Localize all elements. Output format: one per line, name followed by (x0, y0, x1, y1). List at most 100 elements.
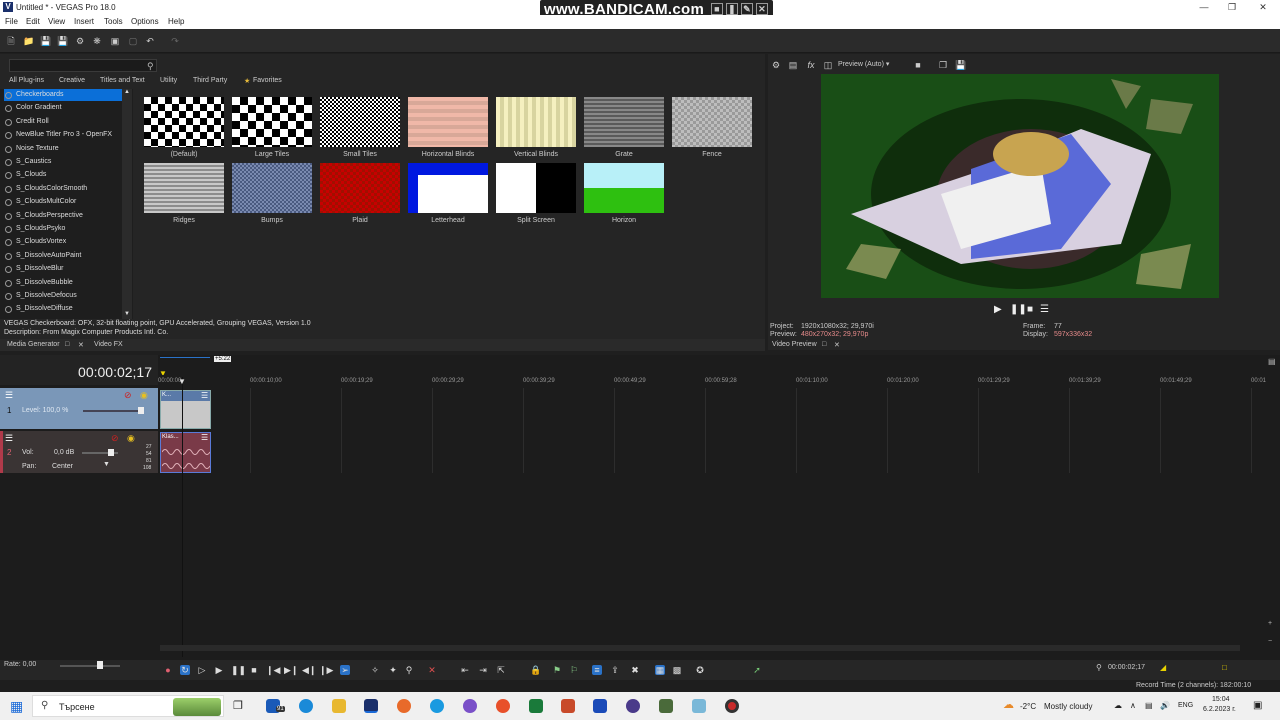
preview-play-button[interactable]: ▶ (994, 304, 1002, 315)
pan-slider-handle[interactable]: ▼ (103, 461, 110, 468)
playhead-handle-icon[interactable]: ▼ (178, 377, 186, 386)
tray-volume-icon[interactable]: 🔊 (1160, 701, 1170, 710)
zoom-tool-icon[interactable]: ⚲ (404, 665, 414, 675)
plugin-list-item[interactable]: S_DissolveDefocus (16, 292, 77, 299)
plugin-list-scrollbar[interactable]: ▲ ▼ (122, 89, 132, 319)
selection-tool-icon[interactable]: ✦ (388, 665, 398, 675)
snapshot-icon[interactable]: ❋ (92, 36, 102, 46)
chrome-icon[interactable] (496, 699, 510, 713)
tray-onedrive-icon[interactable]: ☁ (1114, 701, 1122, 710)
new-icon[interactable]: 🗎 (6, 36, 16, 46)
plugin-search-input[interactable]: ⚲ (9, 59, 157, 72)
clip-menu-icon[interactable]: ☰ (201, 433, 208, 442)
ripple-mode-icon[interactable]: ⇪ (610, 665, 620, 675)
video-track-header[interactable]: ☰ 1 Level: 100,0 % ⊘ ◉ (0, 388, 158, 429)
zoom-out-icon[interactable]: − (1268, 638, 1272, 645)
close-tab-icon[interactable]: ✕ (834, 341, 840, 349)
open-icon[interactable]: 📁 (23, 36, 34, 46)
crossfade-icon[interactable]: ✖ (630, 665, 640, 675)
edge-icon[interactable] (299, 699, 313, 713)
preset-fence[interactable] (672, 97, 752, 147)
tab-titles-and-text[interactable]: Titles and Text (100, 77, 145, 84)
plugin-list-item[interactable]: NewBlue Titler Pro 3 - OpenFX (16, 131, 112, 138)
skype-icon[interactable] (430, 699, 444, 713)
bandicam-taskbar-icon[interactable] (725, 699, 739, 713)
pause-icon[interactable]: ❚❚ (231, 665, 246, 675)
go-to-end-icon[interactable]: ▶❙ (284, 665, 298, 675)
audio-clip[interactable]: Klas... ☰ (160, 432, 211, 473)
menu-file[interactable]: File (5, 17, 18, 26)
undock-icon[interactable]: □ (65, 341, 69, 348)
clip-menu-icon[interactable]: ☰ (201, 391, 208, 400)
preset-ridges[interactable] (144, 163, 224, 213)
snapping-icon[interactable]: ▦ (655, 665, 665, 675)
plugin-list-item[interactable]: S_DissolveDiffuse (16, 305, 73, 312)
plugin-list-item[interactable]: Credit Roll (16, 118, 49, 125)
grid-icon[interactable]: ▩ (672, 665, 682, 675)
menu-help[interactable]: Help (168, 17, 184, 26)
cut-icon[interactable]: ▢ (128, 36, 138, 46)
preview-quality-dropdown[interactable]: Preview (Auto) ▾ (838, 60, 889, 68)
menu-tools[interactable]: Tools (104, 17, 123, 26)
plugin-list-item[interactable]: S_DissolveBlur (16, 265, 63, 272)
play-from-start-icon[interactable]: ▷ (197, 665, 207, 675)
mute-icon[interactable]: ⊘ (111, 433, 119, 444)
trim-start-icon[interactable]: ⇤ (460, 665, 470, 675)
solo-icon[interactable]: ◉ (127, 433, 135, 444)
overlay-icon[interactable]: ■ (913, 60, 923, 70)
split-icon[interactable]: ⇱ (496, 665, 506, 675)
timeline-tracks-area[interactable] (158, 388, 1268, 658)
event-fx-icon[interactable]: ✪ (695, 665, 705, 675)
preset-horizon[interactable] (584, 163, 664, 213)
tab-utility[interactable]: Utility (160, 77, 177, 84)
menu-options[interactable]: Options (131, 17, 159, 26)
region-add-icon[interactable]: ⚐ (569, 665, 579, 675)
maximize-button[interactable]: ❐ (1215, 0, 1249, 15)
powerpoint-icon[interactable] (561, 699, 575, 713)
language-indicator[interactable]: ENG (1178, 702, 1193, 709)
excel-icon[interactable] (529, 699, 543, 713)
headphones-app-icon[interactable] (626, 699, 640, 713)
tab-favorites[interactable]: Favorites (253, 77, 282, 84)
save-snapshot-icon[interactable]: 💾 (955, 60, 966, 70)
preset-horizontal-blinds[interactable] (408, 97, 488, 147)
play-icon[interactable]: ▶ (214, 665, 224, 675)
undock-icon[interactable]: □ (822, 341, 826, 348)
tab-media-generator[interactable]: Media Generator (7, 341, 60, 348)
level-slider-handle[interactable] (138, 407, 144, 414)
word-icon[interactable] (593, 699, 607, 713)
lock-icon[interactable]: 🔒 (530, 665, 541, 675)
rate-slider-handle[interactable] (97, 661, 103, 669)
track-menu-icon[interactable]: ☰ (5, 433, 13, 444)
undo-icon[interactable]: ↶ (145, 36, 155, 46)
file-explorer-icon[interactable] (332, 699, 346, 713)
scroll-up-icon[interactable]: ▲ (124, 89, 130, 95)
paint-icon[interactable] (692, 699, 706, 713)
preview-menu-icon[interactable]: ☰ (1040, 304, 1049, 315)
close-tab-icon[interactable]: ✕ (78, 341, 84, 349)
tab-creative[interactable]: Creative (59, 77, 85, 84)
plugin-list-item[interactable]: S_CloudsPsyko (16, 225, 65, 232)
close-button[interactable]: ✕ (1246, 0, 1280, 15)
plugin-list-item[interactable]: Checkerboards (16, 91, 63, 98)
loop-region[interactable] (160, 357, 210, 362)
menu-insert[interactable]: Insert (74, 17, 94, 26)
copy-snapshot-icon[interactable]: ❐ (938, 60, 948, 70)
preset-split-screen[interactable] (496, 163, 576, 213)
plugin-list-item[interactable]: Noise Texture (16, 145, 59, 152)
plugin-list-item[interactable]: S_CloudsPerspective (16, 212, 83, 219)
preset-plaid[interactable] (320, 163, 400, 213)
tray-network-icon[interactable]: ▤ (1145, 701, 1153, 710)
next-frame-icon[interactable]: ❙▶ (319, 665, 333, 675)
video-clip[interactable]: K... ☰ (160, 390, 211, 429)
plugin-list-item[interactable]: S_DissolveAutoPaint (16, 252, 81, 259)
tab-video-preview[interactable]: Video Preview (772, 341, 817, 348)
horizontal-scrollbar[interactable] (160, 645, 1240, 651)
preset-default[interactable] (144, 97, 224, 147)
plugin-list-item[interactable]: S_CloudsMultColor (16, 198, 76, 205)
task-view-icon[interactable]: ❐ (233, 699, 243, 712)
preset-small-tiles[interactable] (320, 97, 400, 147)
playhead[interactable] (182, 377, 183, 657)
preset-grate[interactable] (584, 97, 664, 147)
volume-slider-handle[interactable] (108, 449, 114, 456)
